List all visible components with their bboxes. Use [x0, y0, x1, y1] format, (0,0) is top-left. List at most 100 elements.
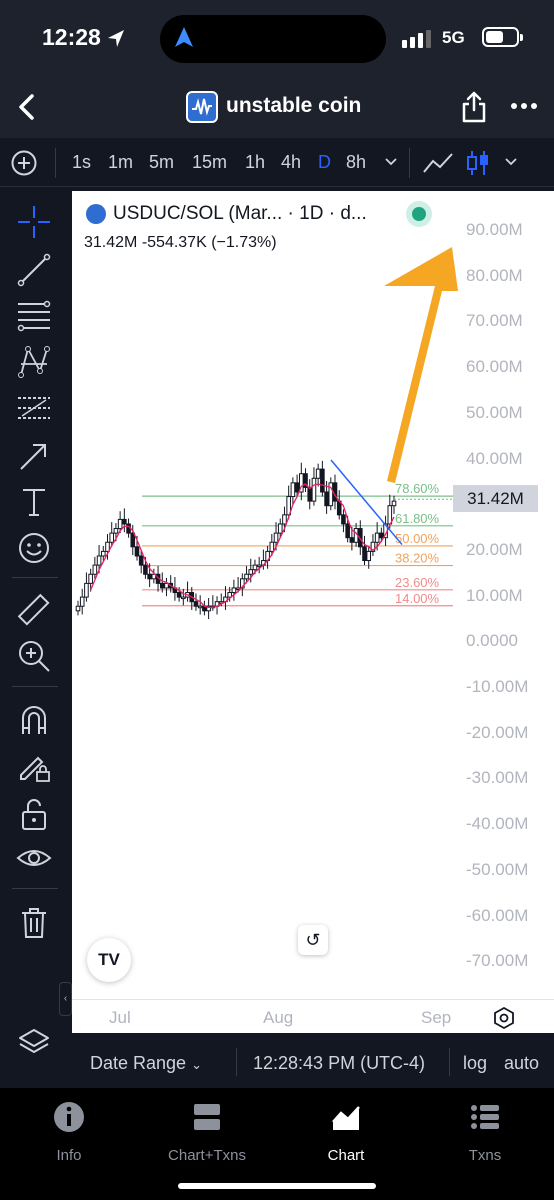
candle-body: [100, 550, 106, 557]
candle-body: [113, 528, 119, 534]
crosshair-icon[interactable]: [16, 204, 52, 240]
nav-chart-txns[interactable]: Chart+Txns: [138, 1100, 276, 1164]
candle-body: [96, 555, 102, 566]
time-tick: Sep: [421, 1008, 452, 1027]
price-tick: 70.00M: [466, 311, 523, 331]
symbol-title[interactable]: USDUC/SOL (Mar... · 1D · d...: [113, 203, 367, 225]
forecast-tool-icon[interactable]: [16, 390, 52, 426]
price-tick: -60.00M: [466, 905, 529, 925]
symbol-logo-icon: [86, 204, 106, 224]
trash-icon[interactable]: [16, 904, 52, 940]
nav-label: Info: [56, 1147, 82, 1164]
candle-body: [366, 550, 372, 562]
candle-body: [75, 605, 81, 612]
timezone-clock[interactable]: 12:28:43 PM (UTC-4): [253, 1053, 425, 1074]
price-tick: 40.00M: [466, 448, 523, 468]
candle-body: [109, 532, 115, 543]
candle-body: [345, 523, 350, 539]
chart-settings-icon[interactable]: [492, 1006, 516, 1030]
nav-info[interactable]: Info: [0, 1100, 138, 1164]
fib-retracement-icon[interactable]: [16, 298, 52, 334]
price-tick: 90.00M: [466, 220, 523, 239]
candle-body: [315, 468, 321, 479]
coin-logo-icon: [186, 91, 218, 123]
pattern-tool-icon[interactable]: [16, 344, 52, 380]
candle-body: [341, 514, 346, 525]
timeframe-d[interactable]: D: [318, 152, 331, 173]
nav-label: Chart: [327, 1147, 365, 1164]
candle-body: [282, 514, 287, 525]
toolbar-divider: [236, 1048, 237, 1076]
candle-body: [143, 564, 148, 575]
candle-body: [307, 486, 313, 502]
magnet-icon[interactable]: [16, 702, 52, 738]
trend-line-icon[interactable]: [16, 252, 52, 288]
candle-body: [311, 477, 317, 502]
toolbar-divider: [409, 148, 410, 178]
chart-txns-icon: [194, 1104, 220, 1130]
time-axis[interactable]: [72, 999, 554, 1033]
chevron-down-icon[interactable]: [384, 156, 398, 168]
ohlc-summary: 31.42M -554.37K (−1.73%): [84, 234, 277, 251]
brush-arrow-icon[interactable]: [16, 438, 52, 474]
text-tool-icon[interactable]: [16, 484, 52, 520]
chart-icon: [332, 1106, 360, 1130]
timeframe-5m[interactable]: 5m: [149, 152, 174, 173]
time-tick: Jul: [109, 1008, 131, 1027]
lock-drawing-icon[interactable]: [16, 748, 52, 784]
tradingview-logo[interactable]: TV: [87, 938, 131, 982]
candle-body: [290, 482, 296, 498]
add-indicator-icon[interactable]: [10, 149, 38, 177]
layers-icon[interactable]: [16, 1025, 52, 1061]
price-tick: -40.00M: [466, 814, 529, 834]
network-label: 5G: [442, 28, 465, 47]
candle-body: [252, 564, 258, 571]
unlock-icon[interactable]: [16, 796, 52, 832]
navigation-arrow-icon: [175, 27, 193, 47]
more-options-button[interactable]: [510, 96, 538, 116]
ruler-icon[interactable]: [16, 592, 52, 628]
price-tick: -10.00M: [466, 677, 529, 696]
chevron-down-icon[interactable]: [504, 156, 518, 168]
timeframe-1m[interactable]: 1m: [108, 152, 133, 173]
nav-txns[interactable]: Txns: [416, 1100, 554, 1164]
candle-body: [294, 482, 300, 493]
price-tick: 20.00M: [466, 539, 523, 559]
candlestick-chart-type-icon[interactable]: [465, 148, 491, 178]
time-tick: Aug: [263, 1008, 294, 1027]
candle-body: [84, 582, 89, 598]
price-tick: 10.00M: [466, 585, 523, 605]
date-range-button[interactable]: Date Range ⌄: [90, 1053, 202, 1074]
timeframe-15m[interactable]: 15m: [192, 152, 227, 173]
timeframe-1h[interactable]: 1h: [245, 152, 265, 173]
back-button[interactable]: [14, 92, 40, 122]
fib-level-label: 23.60%: [395, 575, 440, 590]
price-tick: 50.00M: [466, 402, 523, 422]
toolbar-divider: [449, 1048, 450, 1076]
cellular-signal-icon: [402, 30, 431, 48]
visibility-eye-icon[interactable]: [16, 840, 52, 876]
log-scale-toggle[interactable]: log: [463, 1053, 487, 1074]
candle-body: [379, 532, 384, 539]
annotation-arrow: [384, 247, 458, 483]
nav-chart[interactable]: Chart: [277, 1100, 415, 1164]
timeframe-8h[interactable]: 8h: [346, 152, 366, 173]
share-button[interactable]: [460, 90, 488, 124]
zoom-in-icon[interactable]: [16, 638, 52, 674]
candle-body: [92, 564, 98, 575]
fib-level-label: 38.20%: [395, 551, 440, 566]
chevron-down-icon: ⌄: [191, 1057, 202, 1072]
candle-body: [256, 564, 262, 568]
timeframe-1s[interactable]: 1s: [72, 152, 91, 173]
last-price-label: 31.42M: [453, 485, 538, 512]
price-tick: -70.00M: [466, 951, 529, 971]
candle-body: [387, 505, 393, 525]
line-chart-type-icon[interactable]: [422, 150, 454, 176]
collapse-toolbar-button[interactable]: ‹: [59, 982, 72, 1016]
auto-scale-toggle[interactable]: auto: [504, 1053, 539, 1074]
timeframe-4h[interactable]: 4h: [281, 152, 301, 173]
emoji-icon[interactable]: [16, 530, 52, 566]
toolbar-divider: [55, 148, 56, 178]
price-tick: -20.00M: [466, 722, 529, 742]
reset-chart-button[interactable]: ↺: [298, 925, 328, 955]
